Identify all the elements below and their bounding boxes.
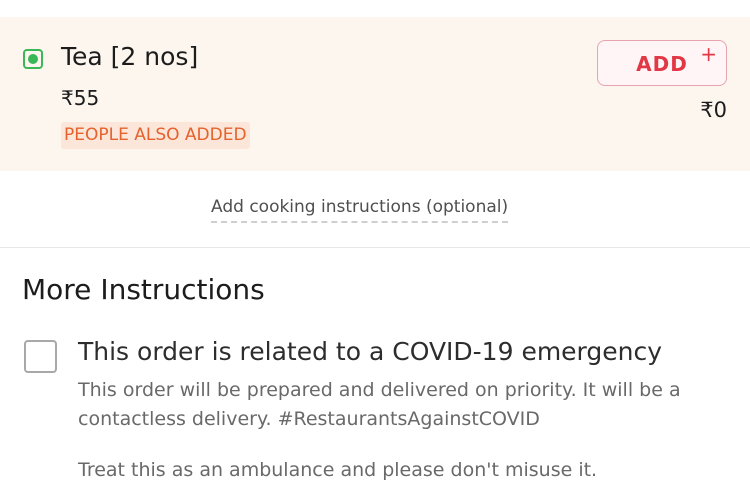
item-total-price: ₹0 (700, 98, 727, 122)
people-also-added-badge: PEOPLE ALSO ADDED (61, 122, 250, 149)
item-price: ₹55 (61, 86, 100, 110)
covid-emergency-label[interactable]: This order is related to a COVID-19 emer… (78, 337, 662, 366)
veg-dot (28, 54, 38, 64)
add-cooking-instructions-link[interactable]: Add cooking instructions (optional) (211, 197, 509, 223)
veg-indicator-icon (23, 49, 43, 69)
item-name: Tea [2 nos] (61, 42, 199, 71)
covid-emergency-note: Treat this as an ambulance and please do… (78, 459, 598, 481)
plus-icon: + (700, 42, 717, 66)
more-instructions-title: More Instructions (22, 273, 265, 306)
add-button[interactable]: ADD + (597, 40, 727, 86)
section-divider (0, 247, 750, 248)
covid-emergency-checkbox[interactable] (24, 340, 57, 373)
covid-emergency-description: This order will be prepared and delivere… (78, 379, 681, 430)
